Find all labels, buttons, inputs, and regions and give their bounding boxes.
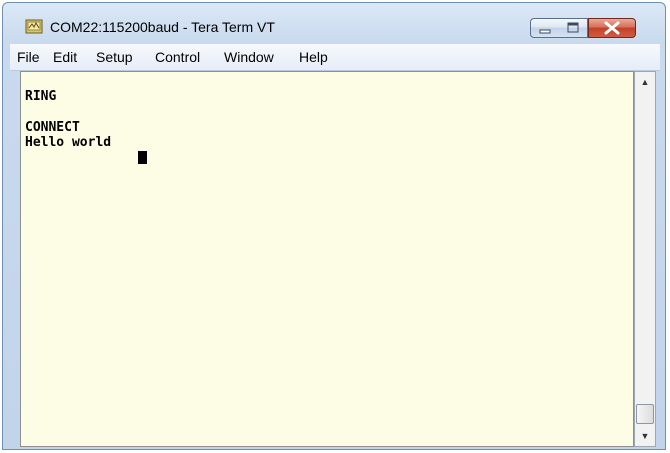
tera-term-icon[interactable] [25,18,43,34]
text-cursor [138,151,147,164]
minimize-button[interactable] [530,18,560,38]
minimize-icon [539,29,551,34]
maximize-button[interactable] [559,18,588,38]
terminal-line: Hello world [25,135,112,150]
scroll-thumb[interactable] [636,404,654,424]
close-button[interactable] [588,18,636,38]
menu-edit[interactable]: Edit [53,49,77,65]
title-bar[interactable]: COM22:115200baud - Tera Term VT [3,3,665,39]
terminal-line: RING [25,89,57,104]
vertical-scrollbar[interactable]: ▲ ▼ [634,71,656,447]
terminal-output-area[interactable]: RING CONNECT Hello world [20,71,634,447]
close-icon [604,21,620,35]
terminal-line: CONNECT [25,120,80,135]
maximize-icon [567,22,579,33]
menu-bar: File Edit Setup Control Window Help [10,44,660,71]
menu-file[interactable]: File [17,49,40,65]
scroll-down-arrow-icon[interactable]: ▼ [635,426,655,446]
window-title: COM22:115200baud - Tera Term VT [50,19,275,35]
tera-term-window: COM22:115200baud - Tera Term VT File Edi… [2,2,666,450]
menu-help[interactable]: Help [299,49,328,65]
menu-window[interactable]: Window [224,49,274,65]
menu-setup[interactable]: Setup [96,49,133,65]
scroll-up-arrow-icon[interactable]: ▲ [635,72,655,92]
menu-control[interactable]: Control [155,49,200,65]
